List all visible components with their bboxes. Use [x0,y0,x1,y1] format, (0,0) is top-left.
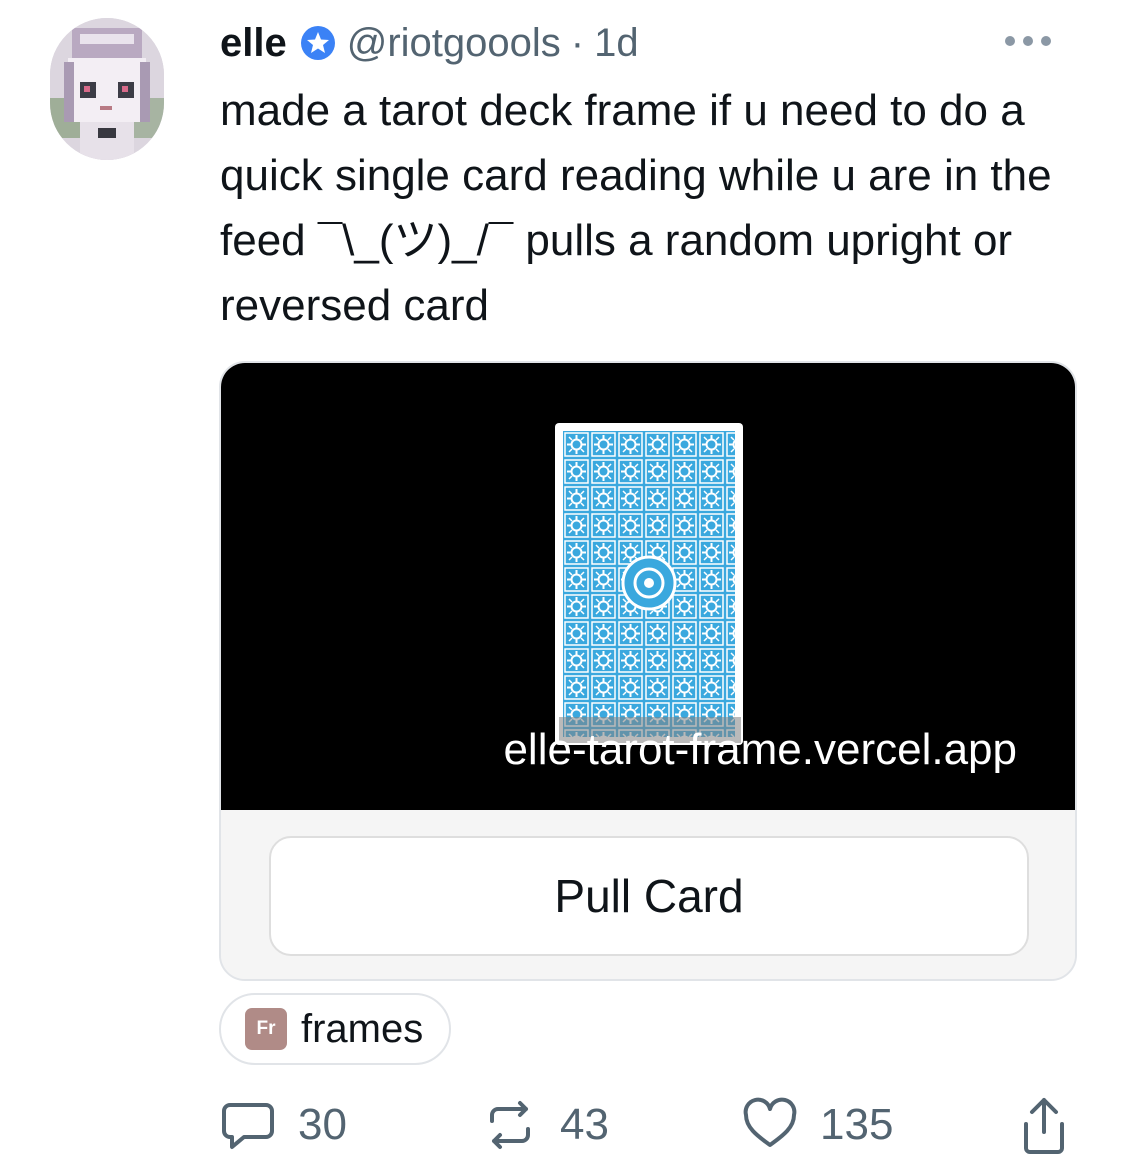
pull-card-button[interactable]: Pull Card [269,836,1029,956]
like-count: 135 [820,1100,894,1149]
heart-icon [742,1097,798,1153]
channel-tag[interactable]: Fr frames [219,993,452,1065]
tarot-card-back-image [555,423,743,745]
verified-badge-icon [299,24,337,62]
post-actions: 30 43 135 [220,1090,1080,1160]
channel-badge-icon: Fr [245,1008,287,1050]
author-handle[interactable]: @riotgoools [347,21,561,66]
post-timestamp[interactable]: 1d [594,21,639,66]
reply-button[interactable]: 30 [220,1090,347,1160]
frame-url[interactable]: elle-tarot-frame.vercel.app [503,725,1017,775]
comment-icon [220,1097,276,1153]
reply-count: 30 [298,1100,347,1149]
recast-button[interactable]: 43 [482,1090,609,1160]
author-name[interactable]: elle [220,21,287,66]
recast-count: 43 [560,1100,609,1149]
frame-button-bar: Pull Card [221,810,1075,979]
like-button[interactable]: 135 [742,1090,893,1160]
meta-separator: · [570,20,585,65]
channel-name: frames [301,1006,424,1051]
share-button[interactable] [1016,1090,1072,1160]
avatar[interactable] [50,18,164,160]
frame-image[interactable]: elle-tarot-frame.vercel.app [221,363,1075,810]
post-text: made a tarot deck frame if u need to do … [220,86,1052,330]
share-icon [1016,1094,1072,1156]
more-options-icon[interactable] [1005,26,1051,56]
frame-embed: elle-tarot-frame.vercel.app Pull Card [219,361,1077,981]
recast-icon [482,1097,538,1153]
